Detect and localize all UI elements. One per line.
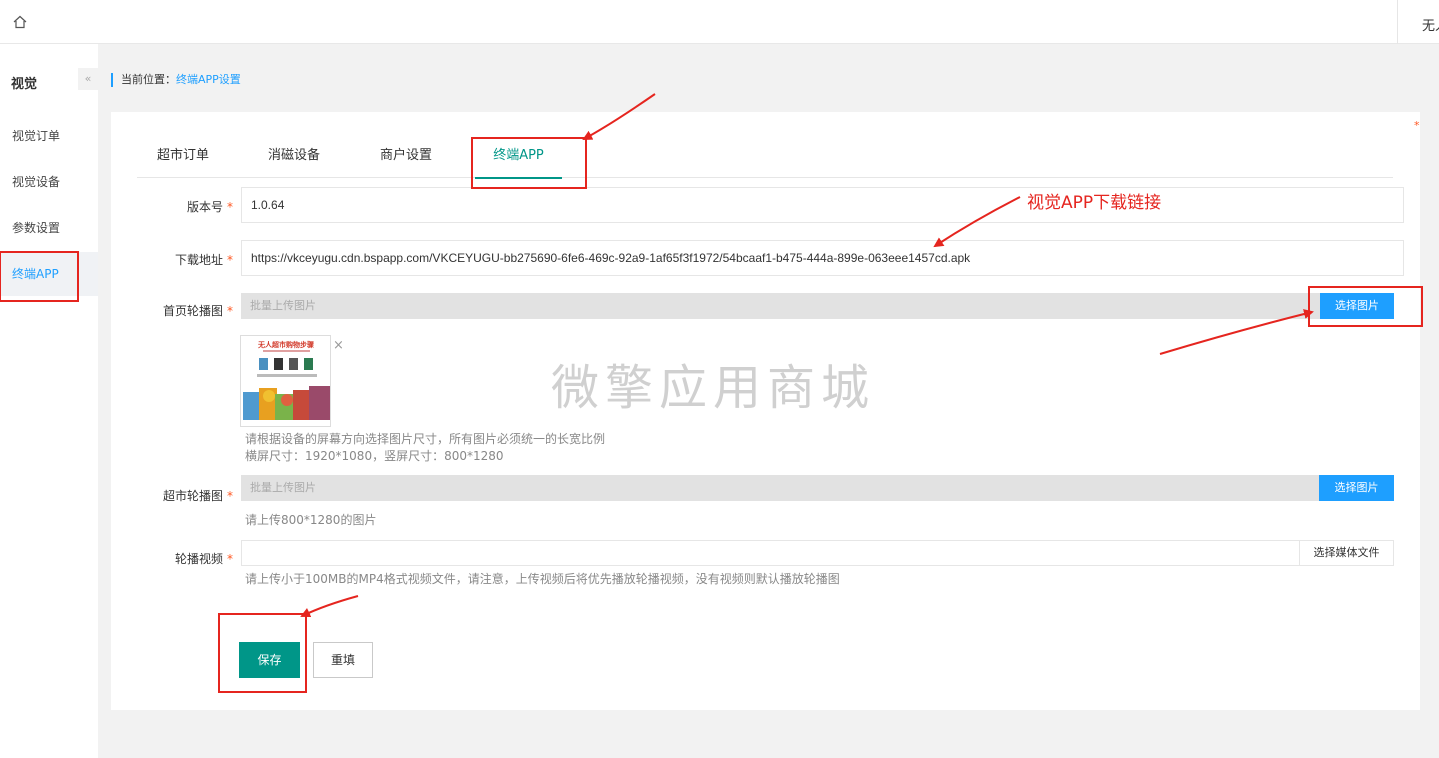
settings-card: * 超市订单 消磁设备 商户设置 终端APP 版本号 * 1.0.64 下载地址 *… xyxy=(111,112,1420,710)
home-carousel-hint-1: 请根据设备的屏幕方向选择图片尺寸，所有图片必须统一的长宽比例 xyxy=(245,432,606,446)
top-divider xyxy=(1397,0,1398,44)
tab-degauss-devices[interactable]: 消磁设备 xyxy=(268,134,320,178)
breadcrumb: 当前位置：终端APP设置 xyxy=(111,73,241,87)
market-carousel-hint: 请上传800*1280的图片 xyxy=(245,513,377,527)
home-carousel-upload-input[interactable]: 批量上传图片 xyxy=(241,293,1394,319)
tab-bar: 超市订单 消磁设备 商户设置 终端APP xyxy=(137,134,1393,179)
home-carousel-thumbnail: 无人超市购物步骤 xyxy=(240,335,331,427)
watermark: 微擎应用商城 xyxy=(551,360,876,416)
video-hint: 请上传小于100MB的MP4格式视频文件，请注意，上传视频后将优先播放轮播视频，… xyxy=(245,572,840,586)
home-carousel-select-button[interactable]: 选择图片 xyxy=(1320,293,1394,319)
market-carousel-select-button[interactable]: 选择图片 xyxy=(1319,475,1394,501)
home-icon[interactable] xyxy=(12,14,28,30)
breadcrumb-prefix: 当前位置： xyxy=(121,73,176,86)
top-bar: 无人 xyxy=(0,0,1439,44)
sidebar-title: 视觉 xyxy=(11,77,38,92)
required-mark: * xyxy=(1414,119,1420,132)
download-url-input[interactable]: https://vkceyugu.cdn.bspapp.com/VKCEYUGU… xyxy=(241,240,1404,276)
home-carousel-hint-2: 横屏尺寸：1920*1080，竖屏尺寸：800*1280 xyxy=(245,449,504,463)
sidebar: 视觉 « 视觉订单 视觉设备 参数设置 终端APP xyxy=(0,44,98,758)
tab-terminal-app[interactable]: 终端APP xyxy=(475,134,562,179)
user-menu[interactable]: 无人 xyxy=(1422,15,1439,34)
sidebar-collapse-icon[interactable]: « xyxy=(78,68,98,90)
breadcrumb-current[interactable]: 终端APP设置 xyxy=(176,73,241,86)
version-label: 版本号 * xyxy=(186,200,233,214)
market-carousel-upload-input[interactable]: 批量上传图片 xyxy=(241,475,1394,501)
download-url-label: 下载地址 * xyxy=(174,253,233,267)
thumbnail-caption: 无人超市购物步骤 xyxy=(257,340,314,349)
market-carousel-label: 超市轮播图 * xyxy=(162,489,233,503)
main-area: 当前位置：终端APP设置 * 超市订单 消磁设备 商户设置 终端APP 版本号 *… xyxy=(98,44,1439,758)
home-carousel-label: 首页轮播图 * xyxy=(162,304,233,318)
sidebar-item-vision-devices[interactable]: 视觉设备 xyxy=(0,160,98,204)
sidebar-item-parameters[interactable]: 参数设置 xyxy=(0,206,98,250)
video-input[interactable] xyxy=(241,540,1394,566)
sidebar-item-vision-orders[interactable]: 视觉订单 xyxy=(0,114,98,158)
tab-supermarket-orders[interactable]: 超市订单 xyxy=(157,134,209,178)
thumbnail-image: 无人超市购物步骤 xyxy=(241,336,330,426)
sidebar-item-terminal-app[interactable]: 终端APP xyxy=(0,252,98,296)
tab-merchant-settings[interactable]: 商户设置 xyxy=(380,134,432,178)
video-label: 轮播视频 * xyxy=(174,552,233,566)
save-button[interactable]: 保存 xyxy=(239,642,300,678)
thumbnail-close-icon[interactable]: × xyxy=(333,339,344,352)
version-input[interactable]: 1.0.64 xyxy=(241,187,1404,223)
annotation-text: 视觉APP下载链接 xyxy=(1027,193,1162,213)
reset-button[interactable]: 重填 xyxy=(313,642,373,678)
select-media-button[interactable]: 选择媒体文件 xyxy=(1299,540,1394,566)
